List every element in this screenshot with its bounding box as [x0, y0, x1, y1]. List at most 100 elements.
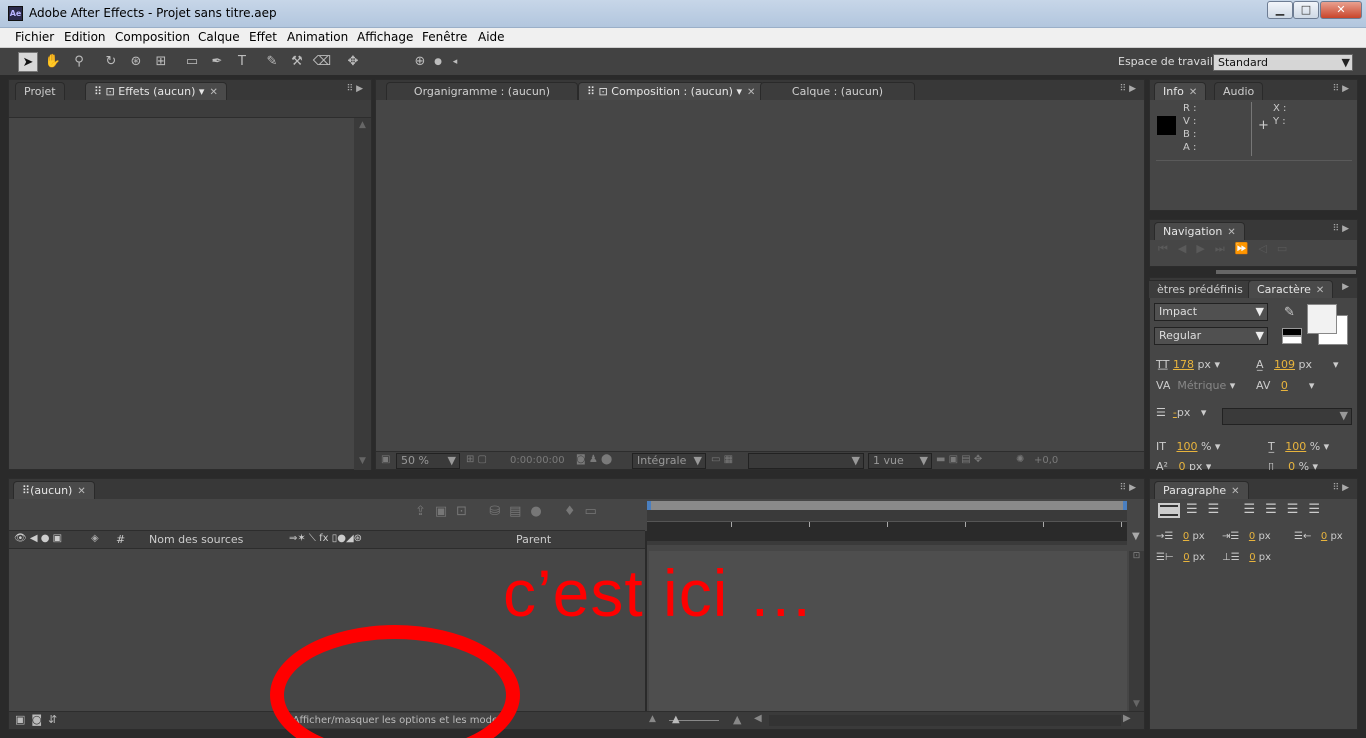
tab-calque[interactable]: Calque : (aucun)	[760, 82, 915, 100]
layer-switches-icon[interactable]: ⇒✶ ⟍ fx ▯●◢⊛	[289, 533, 362, 544]
tab-composition[interactable]: ⠿ ⊡ Composition : (aucun) ▾ ✕	[578, 82, 765, 100]
zoom-in-icon[interactable]: ▲	[733, 713, 741, 726]
panel-menu-icon[interactable]: ⠿ ▶	[1120, 483, 1136, 493]
work-area-bar[interactable]	[647, 501, 1127, 510]
view-axis-icon[interactable]: ◂	[445, 52, 465, 72]
menu-calque[interactable]: Calque	[198, 30, 240, 44]
text-tool-icon[interactable]: T	[232, 52, 252, 72]
panel-menu-icon[interactable]: ⠿ ▶	[1333, 224, 1349, 234]
alignment-icons[interactable]: ☰☰ ☰☰☰☰	[1186, 502, 1330, 517]
menu-fichier[interactable]: Fichier	[15, 30, 54, 44]
close-icon[interactable]: ✕	[77, 486, 85, 497]
tab-navigation[interactable]: Navigation ✕	[1154, 222, 1245, 240]
tsume-value[interactable]: 0	[1288, 460, 1295, 470]
font-family-select[interactable]: Impact ▼	[1154, 303, 1268, 321]
scroll-left-icon[interactable]: ◀	[754, 713, 762, 724]
space-before-value[interactable]: 0	[1183, 552, 1189, 563]
zoom-select[interactable]: 50 % ▼	[396, 453, 460, 469]
tab-projet[interactable]: Projet	[15, 82, 65, 100]
tab-audio[interactable]: Audio	[1214, 82, 1264, 100]
menu-animation[interactable]: Animation	[287, 30, 348, 44]
pan-behind-icon[interactable]: ⊞	[151, 52, 171, 72]
navigation-scrollbar[interactable]	[1216, 270, 1356, 274]
eyedropper-icon[interactable]: ✎	[1284, 305, 1295, 320]
zoom-time-icon[interactable]: ▼	[1132, 531, 1140, 542]
indent-first-value[interactable]: 0	[1249, 531, 1255, 542]
tab-organigramme[interactable]: Organigramme : (aucun)	[386, 82, 578, 100]
brush-tool-icon[interactable]: ✎	[262, 52, 282, 72]
menu-edition[interactable]: Edition	[64, 30, 106, 44]
space-after-value[interactable]: 0	[1249, 552, 1255, 563]
leading-value[interactable]: 109	[1274, 358, 1295, 371]
horizontal-scrollbar[interactable]	[769, 715, 1121, 726]
timeline-switch-icons[interactable]: ⇪▣⊡ ⛁▤● ♦▭	[415, 504, 606, 519]
vertical-scale-value[interactable]: 100	[1176, 440, 1197, 453]
camera-select[interactable]: ▼	[748, 453, 864, 469]
label-icon[interactable]: ◈	[91, 533, 99, 544]
black-swatch[interactable]	[1282, 328, 1302, 336]
chevron-down-icon[interactable]: ▾	[199, 85, 205, 98]
views-select[interactable]: 1 vue ▼	[868, 453, 932, 469]
baseline-value[interactable]: 0	[1178, 460, 1185, 470]
font-style-select[interactable]: Regular ▼	[1154, 327, 1268, 345]
scroll-down-icon[interactable]: ▼	[1129, 699, 1144, 709]
panel-menu-icon[interactable]: ⠿ ▶	[1333, 84, 1349, 94]
close-button[interactable]: ✕	[1320, 1, 1362, 19]
puppet-tool-icon[interactable]: ✥	[343, 52, 363, 72]
snapshot-icon[interactable]: ◙ ♟ ⬤	[576, 454, 612, 465]
rectangle-tool-icon[interactable]: ▭	[182, 52, 202, 72]
scroll-up-icon[interactable]: ▲	[354, 120, 371, 130]
menu-fenetre[interactable]: Fenêtre	[422, 30, 467, 44]
font-size-value[interactable]: 178	[1173, 358, 1194, 371]
monitor-icon[interactable]: ▣	[381, 454, 390, 465]
scrollbar[interactable]: ▲ ▼	[354, 118, 371, 470]
tracking-value[interactable]: 0	[1281, 379, 1288, 392]
close-icon[interactable]: ✕	[1227, 227, 1235, 238]
tab-caractere[interactable]: Caractère ✕	[1248, 280, 1334, 298]
kerning-value[interactable]: Métrique	[1177, 379, 1226, 392]
menu-aide[interactable]: Aide	[478, 30, 505, 44]
minimize-button[interactable]: ▁	[1267, 1, 1293, 19]
tab-effets[interactable]: ⠿ ⊡ Effets (aucun) ▾ ✕	[85, 82, 227, 100]
horizontal-scale-value[interactable]: 100	[1285, 440, 1306, 453]
camera-orbit-icon[interactable]: ⊛	[126, 52, 146, 72]
menu-effet[interactable]: Effet	[249, 30, 277, 44]
panel-menu-icon[interactable]: ⠿ ▶	[1333, 483, 1349, 493]
exposure-icon[interactable]: ✺	[1016, 454, 1024, 465]
render-icons[interactable]: ▬ ▣ ▤ ✥	[936, 454, 982, 465]
white-swatch[interactable]	[1282, 336, 1302, 344]
column-source-name[interactable]: Nom des sources	[149, 533, 243, 546]
close-icon[interactable]: ✕	[209, 87, 217, 98]
tab-info[interactable]: Info ✕	[1154, 82, 1207, 100]
resolution-select[interactable]: Intégrale ▼	[632, 453, 706, 469]
playback-controls-icon[interactable]: ⏮◀▶⏭⏩◁▭	[1158, 242, 1297, 256]
selection-tool-icon[interactable]: ➤	[18, 52, 38, 72]
fill-color-swatch[interactable]	[1307, 304, 1337, 334]
indent-left-value[interactable]: 0	[1183, 531, 1189, 542]
footer-toggle-icons[interactable]: ▣◙⇵	[15, 713, 63, 726]
rotate-tool-icon[interactable]: ↻	[101, 52, 121, 72]
timeline-scrollbar[interactable]: ⊡ ▼	[1129, 551, 1144, 711]
stroke-type-select[interactable]: ▼	[1222, 408, 1352, 425]
indent-right-value[interactable]: 0	[1321, 531, 1327, 542]
axis-mode-icon[interactable]: ⊕	[410, 52, 430, 72]
column-parent[interactable]: Parent	[516, 533, 551, 546]
tab-presets[interactable]: ètres prédéfinis	[1148, 280, 1252, 298]
close-icon[interactable]: ✕	[1316, 285, 1324, 296]
panel-menu-icon[interactable]: ⠿ ▶	[347, 84, 363, 94]
tab-paragraphe[interactable]: Paragraphe ✕	[1154, 481, 1249, 499]
scroll-down-icon[interactable]: ▼	[354, 456, 371, 466]
safe-zones-icon[interactable]: ⊞ ▢	[466, 454, 487, 465]
panel-menu-icon[interactable]: ▶	[1342, 282, 1349, 292]
time-ruler[interactable]	[647, 501, 1127, 545]
clone-stamp-icon[interactable]: ⚒	[287, 52, 307, 72]
timecode[interactable]: 0:00:00:00	[510, 455, 565, 466]
maximize-button[interactable]: □	[1293, 1, 1319, 19]
comp-button-icon[interactable]: ⊡	[1129, 551, 1144, 561]
close-icon[interactable]: ✕	[1231, 486, 1239, 497]
workspace-select[interactable]: Standard ▼	[1213, 54, 1353, 71]
pen-tool-icon[interactable]: ✒	[207, 52, 227, 72]
zoom-tool-icon[interactable]: ⚲	[69, 52, 89, 72]
close-icon[interactable]: ✕	[1189, 87, 1197, 98]
chevron-down-icon[interactable]: ▾	[736, 85, 742, 98]
